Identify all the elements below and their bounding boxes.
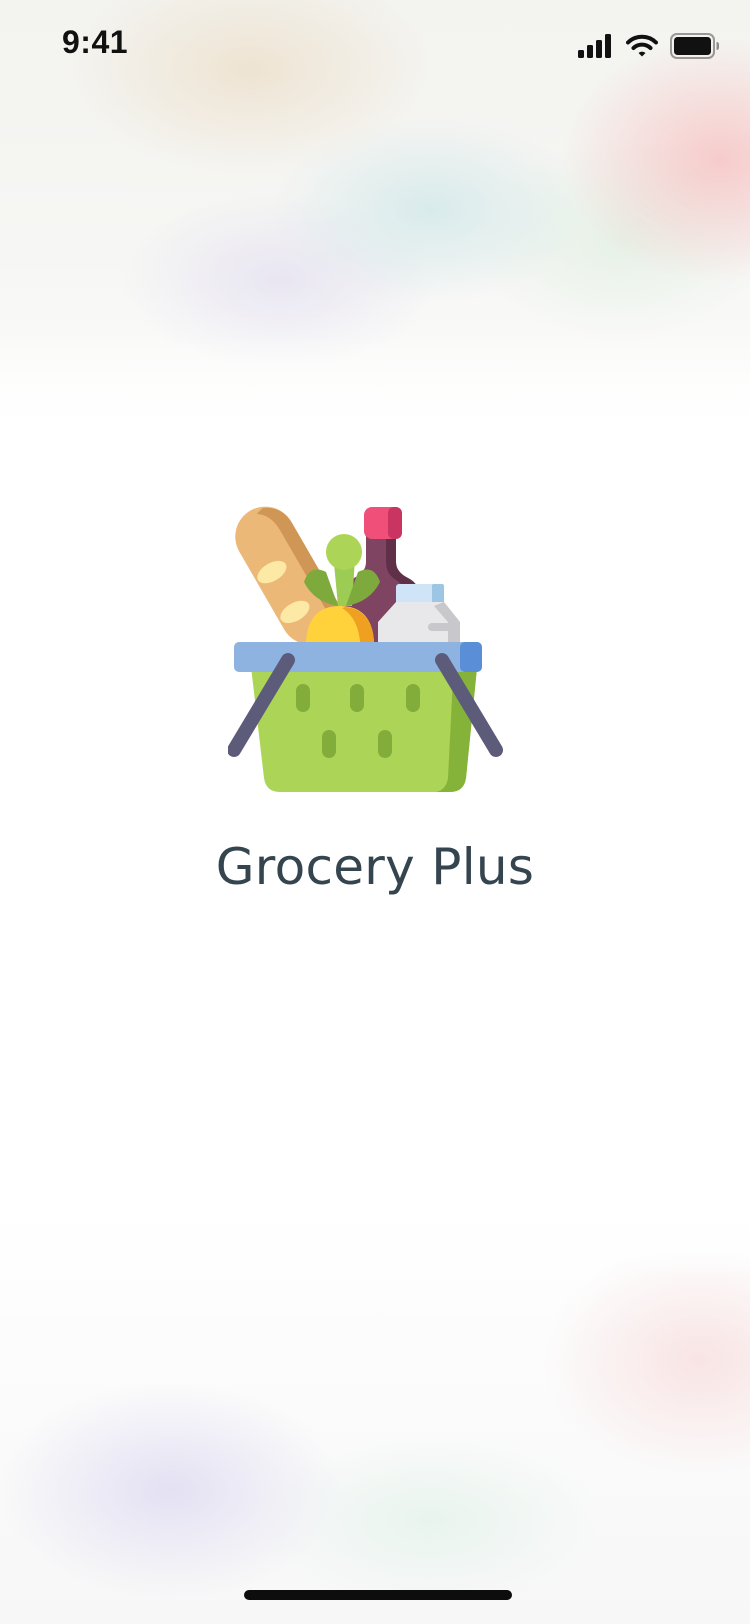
background-wash-bottom — [0, 1190, 750, 1624]
status-time: 9:41 — [62, 24, 129, 60]
cellular-signal-icon — [578, 34, 614, 58]
grocery-basket-icon — [227, 502, 508, 798]
home-indicator[interactable] — [244, 1590, 512, 1600]
wifi-icon — [626, 34, 658, 58]
status-bar: 9:41 — [0, 0, 750, 92]
status-icons — [578, 30, 720, 62]
battery-icon — [670, 33, 720, 59]
app-title: Grocery Plus — [215, 838, 535, 896]
splash-screen: 9:41 Grocery Plus — [0, 0, 750, 1624]
